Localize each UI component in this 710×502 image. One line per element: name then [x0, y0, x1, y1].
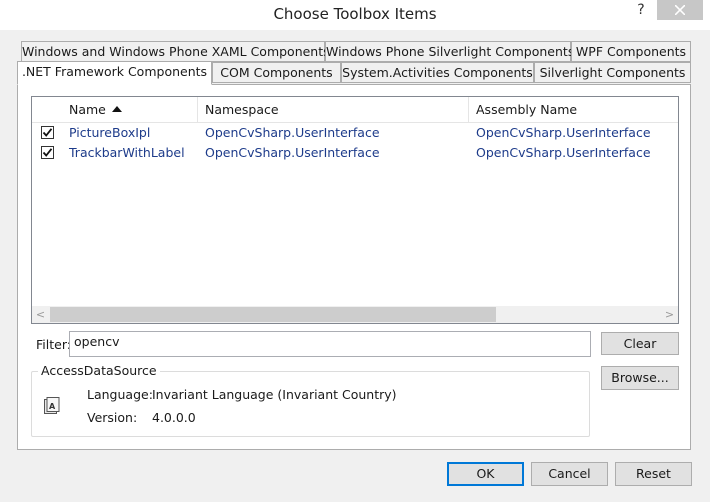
language-label: Language: — [87, 387, 153, 402]
tab-silverlight-phone-components[interactable]: Windows Phone Silverlight Components — [325, 41, 574, 62]
table-row[interactable]: TrackbarWithLabel OpenCvSharp.UserInterf… — [32, 143, 678, 163]
row-checkbox[interactable] — [41, 126, 54, 139]
column-header-namespace[interactable]: Namespace — [205, 97, 279, 122]
svg-text:A: A — [49, 402, 56, 411]
scroll-left-arrow[interactable]: < — [32, 306, 49, 323]
cell-name: PictureBoxIpl — [69, 125, 151, 140]
checkmark-icon — [42, 148, 53, 157]
close-button[interactable] — [657, 0, 703, 20]
version-label: Version: — [87, 410, 138, 425]
component-title: AccessDataSource — [38, 362, 160, 380]
tab-xaml-components[interactable]: Windows and Windows Phone XAML Component… — [21, 41, 330, 62]
browse-button[interactable]: Browse... — [601, 366, 679, 390]
column-header-assembly[interactable]: Assembly Name — [476, 97, 577, 122]
filter-input[interactable]: opencv — [69, 331, 591, 357]
cell-namespace: OpenCvSharp.UserInterface — [205, 125, 380, 140]
list-header: Name Namespace Assembly Name — [32, 97, 678, 123]
column-header-name[interactable]: Name — [69, 97, 122, 122]
cell-name: TrackbarWithLabel — [69, 145, 185, 160]
component-icon: A — [44, 397, 60, 418]
version-value: 4.0.0.0 — [152, 410, 196, 425]
clear-button[interactable]: Clear — [601, 332, 679, 355]
window-title: Choose Toolbox Items — [273, 5, 437, 23]
column-divider[interactable] — [468, 97, 469, 122]
row-checkbox[interactable] — [41, 146, 54, 159]
cell-assembly: OpenCvSharp.UserInterface — [476, 145, 651, 160]
tab-net-framework-components[interactable]: .NET Framework Components — [17, 61, 212, 85]
tab-wpf-components[interactable]: WPF Components — [571, 41, 691, 62]
ok-button[interactable]: OK — [447, 462, 524, 486]
checkmark-icon — [42, 128, 53, 137]
cancel-button[interactable]: Cancel — [531, 462, 608, 486]
cell-namespace: OpenCvSharp.UserInterface — [205, 145, 380, 160]
table-row[interactable]: PictureBoxIpl OpenCvSharp.UserInterface … — [32, 123, 678, 143]
help-button[interactable]: ? — [628, 0, 654, 22]
horizontal-scrollbar[interactable]: < > — [32, 306, 678, 323]
reset-button[interactable]: Reset — [615, 462, 692, 486]
scroll-thumb[interactable] — [50, 307, 496, 322]
components-list[interactable]: Name Namespace Assembly Name PictureBoxI… — [31, 96, 679, 324]
language-value: Invariant Language (Invariant Country) — [152, 387, 397, 402]
column-divider[interactable] — [197, 97, 198, 122]
tab-com-components[interactable]: COM Components — [212, 62, 341, 83]
close-icon — [675, 5, 685, 15]
tab-silverlight-components[interactable]: Silverlight Components — [534, 62, 691, 83]
sort-ascending-icon — [111, 106, 122, 112]
cell-assembly: OpenCvSharp.UserInterface — [476, 125, 651, 140]
scroll-right-arrow[interactable]: > — [661, 306, 678, 323]
component-details-group: AccessDataSource — [31, 362, 590, 437]
tab-system-activities-components[interactable]: System.Activities Components — [341, 62, 534, 83]
title-bar: Choose Toolbox Items ? — [0, 0, 710, 30]
filter-label: Filter: — [36, 337, 71, 352]
column-header-name-label: Name — [69, 102, 106, 117]
